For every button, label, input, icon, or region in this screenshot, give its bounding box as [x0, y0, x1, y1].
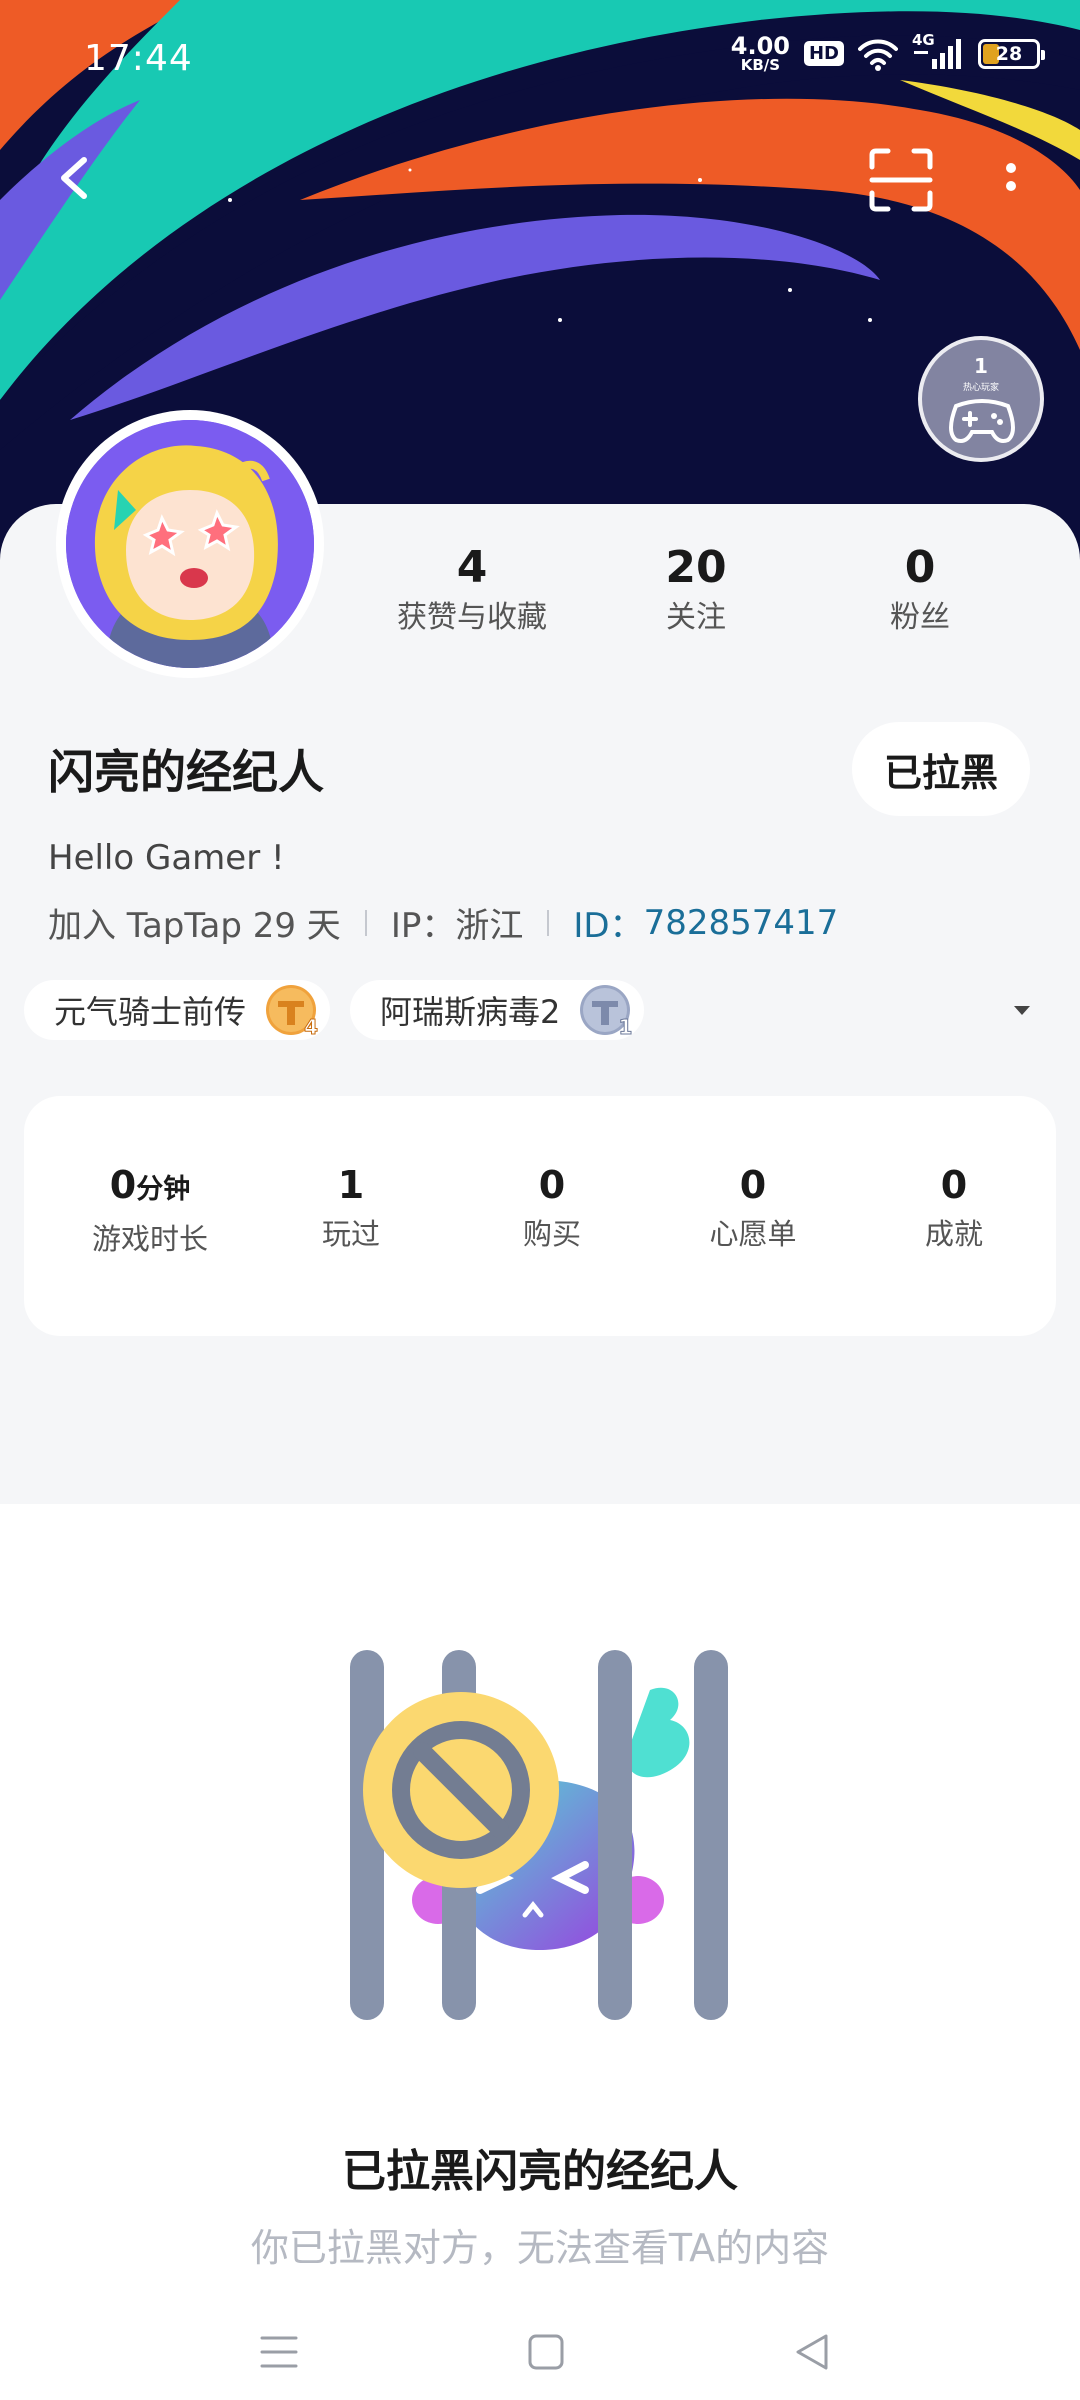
username: 闪亮的经纪人	[48, 745, 324, 799]
battery-level: 28	[995, 42, 1023, 65]
played-label: 玩过	[321, 1217, 380, 1251]
game-tag-name: 元气骑士前传	[54, 993, 247, 1031]
divider	[547, 909, 550, 936]
game-level-number: 4	[304, 1015, 319, 1040]
user-id-label: ID：	[573, 906, 644, 946]
stat-purchased[interactable]: 0 购买	[452, 1158, 652, 1256]
purchased-value: 0	[538, 1163, 566, 1207]
chevron-down-icon	[1014, 1006, 1030, 1015]
network-speed-value: 4.00	[730, 32, 790, 60]
scan-button[interactable]	[866, 145, 936, 215]
back-button[interactable]	[46, 148, 106, 208]
game-tag[interactable]: 阿瑞斯病毒2 1	[350, 980, 645, 1040]
wishlist-label: 心愿单	[709, 1217, 797, 1251]
stat-wishlist[interactable]: 0 心愿单	[653, 1158, 853, 1256]
more-options-button[interactable]	[986, 148, 1036, 212]
stat-following-value: 20	[665, 542, 727, 593]
level-number: 1	[974, 354, 988, 378]
expand-tags-button[interactable]	[1010, 998, 1034, 1022]
wishlist-value: 0	[739, 1163, 767, 1207]
avatar[interactable]	[56, 410, 324, 678]
cellular-signal-icon: 4G	[912, 31, 964, 71]
playtime-label: 游戏时长	[91, 1222, 208, 1256]
player-level-badge[interactable]: 1 热心玩家	[918, 336, 1044, 462]
game-tags: 元气骑士前传 4 阿瑞斯病毒2 1	[24, 980, 645, 1040]
purchased-label: 购买	[522, 1217, 581, 1251]
game-stats-card: 0分钟 游戏时长 1 玩过 0 购买 0 心愿单 0 成就	[24, 1096, 1056, 1336]
game-tag[interactable]: 元气骑士前传 4	[24, 980, 331, 1040]
game-level-badge-icon: 4	[266, 985, 319, 1040]
battery-icon: 28	[978, 38, 1045, 69]
system-back-button[interactable]	[792, 2330, 832, 2374]
menu-icon	[260, 2336, 298, 2368]
bio: Hello Gamer !	[48, 838, 285, 878]
profile-meta: 加入 TapTap 29 天 IP：浙江 ID： 782857417	[48, 898, 838, 947]
stat-following-label: 关注	[666, 600, 726, 635]
stat-followers-label: 粉丝	[890, 600, 950, 635]
achievements-label: 成就	[924, 1217, 983, 1251]
playtime-value: 0	[109, 1163, 137, 1207]
blocked-button[interactable]: 已拉黑	[852, 722, 1030, 816]
game-level-number: 1	[618, 1015, 633, 1040]
hd-icon: HD	[803, 41, 844, 66]
stat-playtime[interactable]: 0分钟 游戏时长	[50, 1158, 250, 1261]
blocked-description: 你已拉黑对方，无法查看TA的内容	[250, 2226, 830, 2270]
triangle-back-icon	[796, 2334, 828, 2370]
status-time: 17:44	[84, 38, 193, 79]
recent-apps-button[interactable]	[258, 2332, 300, 2372]
divider	[364, 909, 367, 936]
join-days: 加入 TapTap 29 天	[48, 906, 341, 946]
blocked-illustration	[330, 1630, 750, 2050]
avatar-image	[66, 420, 314, 668]
home-button[interactable]	[526, 2332, 566, 2372]
stat-followers[interactable]: 0 粉丝	[810, 540, 1030, 640]
system-navigation-bar	[0, 2290, 1080, 2400]
stat-likes[interactable]: 4 获赞与收藏	[362, 540, 582, 640]
stat-likes-value: 4	[456, 542, 488, 593]
user-id[interactable]: 782857417	[644, 903, 839, 943]
stat-played[interactable]: 1 玩过	[251, 1158, 451, 1256]
gamepad-icon	[949, 399, 1015, 443]
more-vertical-icon	[1006, 163, 1016, 191]
game-level-badge-icon: 1	[580, 985, 633, 1040]
scan-icon	[869, 148, 933, 212]
network-speed: 4.00 KB/S	[731, 34, 790, 73]
network-speed-unit: KB/S	[740, 56, 781, 74]
achievements-value: 0	[940, 1163, 968, 1207]
stat-followers-value: 0	[904, 542, 936, 593]
game-tag-name: 阿瑞斯病毒2	[380, 993, 561, 1031]
stat-achievements[interactable]: 0 成就	[854, 1158, 1054, 1256]
status-bar: 17:44 4.00 KB/S HD 4G 28	[0, 0, 1080, 120]
blocked-title: 已拉黑闪亮的经纪人	[342, 2146, 738, 2197]
ip-location: IP：浙江	[390, 906, 524, 946]
status-icons: 4.00 KB/S HD 4G 28	[731, 31, 1045, 73]
playtime-unit: 分钟	[136, 1174, 191, 1205]
wifi-icon	[858, 39, 898, 71]
stat-likes-label: 获赞与收藏	[397, 600, 547, 635]
back-arrow-icon	[61, 157, 87, 199]
square-icon	[528, 2334, 564, 2370]
stat-following[interactable]: 20 关注	[586, 540, 806, 640]
played-value: 1	[337, 1163, 365, 1207]
